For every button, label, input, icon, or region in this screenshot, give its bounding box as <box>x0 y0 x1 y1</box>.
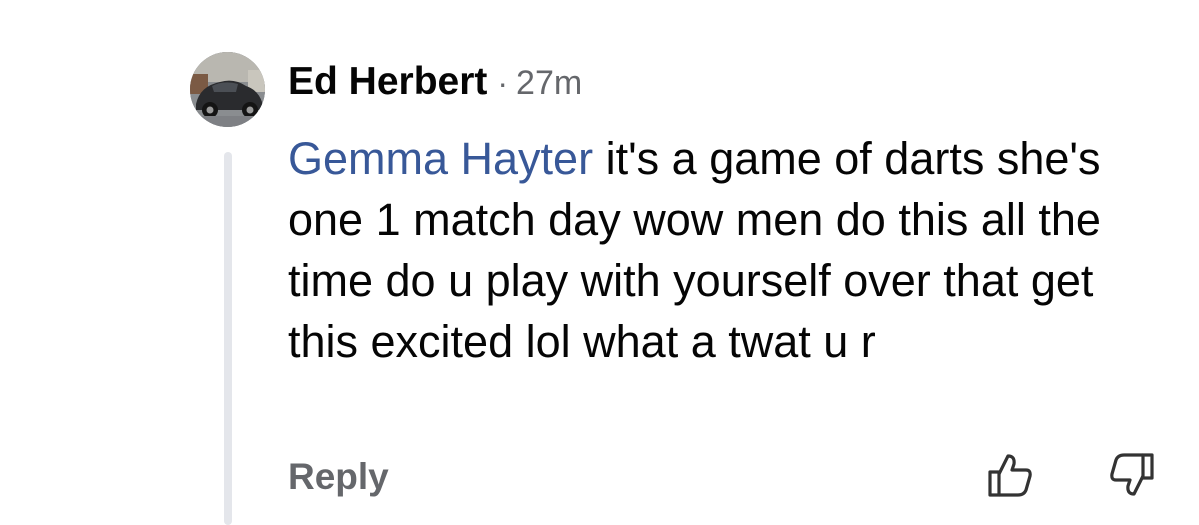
comment-header: Ed Herbert · 27m <box>288 60 582 104</box>
mention-link[interactable]: Gemma Hayter <box>288 133 593 184</box>
author-name[interactable]: Ed Herbert <box>288 60 487 104</box>
separator-dot: · <box>497 65 509 101</box>
thumbs-up-icon[interactable] <box>986 452 1034 503</box>
reply-button[interactable]: Reply <box>288 456 389 498</box>
avatar-image <box>190 52 265 127</box>
comment-body: Gemma Hayter it's a game of darts she's … <box>288 128 1168 372</box>
thumbs-down-icon[interactable] <box>1108 452 1156 503</box>
avatar[interactable] <box>190 52 265 127</box>
thread-line <box>224 152 232 525</box>
timestamp[interactable]: 27m <box>516 64 582 103</box>
